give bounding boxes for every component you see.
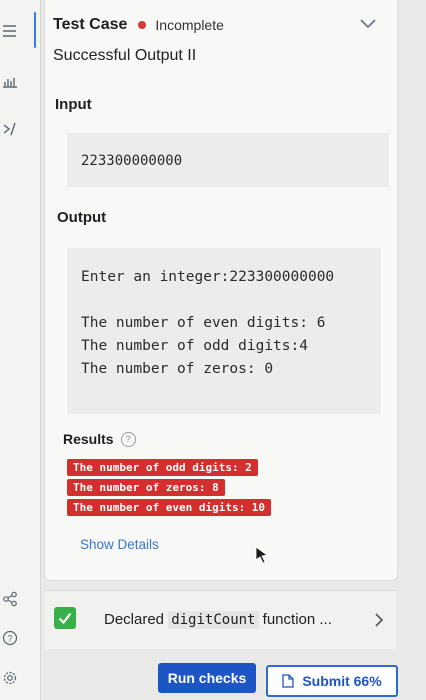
test-case-card: Test Case Incomplete Successful Output I… — [44, 0, 398, 581]
output-label: Output — [57, 209, 107, 226]
result-badge-zeros: The number of zeros: 8 — [67, 479, 225, 496]
status-dot-icon — [138, 21, 147, 29]
settings-icon[interactable] — [2, 670, 18, 690]
help-icon[interactable]: ? — [2, 630, 18, 650]
chevron-right-icon[interactable] — [374, 613, 384, 627]
menu-icon[interactable] — [2, 24, 18, 42]
show-details-link[interactable]: Show Details — [80, 537, 159, 552]
result-badge-even: The number of even digits: 10 — [67, 499, 272, 516]
share-icon[interactable] — [2, 591, 18, 611]
results-label: Results — [63, 431, 114, 447]
check-function-name: digitCount — [168, 611, 259, 629]
check-prefix: Declared — [104, 611, 165, 628]
mouse-cursor-icon — [255, 546, 268, 564]
document-icon — [282, 674, 294, 688]
test-case-label: Test Case — [53, 16, 128, 33]
test-case-name: Successful Output II — [53, 47, 197, 64]
output-text: Enter an integer:223300000000 The number… — [81, 266, 334, 381]
check-suffix: function ... — [262, 611, 332, 628]
collapse-chevron-icon[interactable] — [357, 12, 379, 34]
input-box: 223300000000 — [67, 133, 389, 187]
result-badge-odd: The number of odd digits: 2 — [67, 459, 258, 476]
submit-label: Submit 66% — [302, 673, 382, 689]
results-help-icon[interactable]: ? — [120, 431, 136, 447]
chart-icon[interactable] — [2, 76, 18, 92]
run-checks-button[interactable]: Run checks — [158, 663, 256, 693]
active-indicator — [34, 12, 36, 48]
test-case-status: Incomplete — [155, 17, 224, 33]
check-item[interactable]: Declared digitCount function ... — [44, 590, 396, 649]
input-value: 223300000000 — [81, 153, 183, 169]
output-line: The number of even digits: 6 — [81, 315, 326, 331]
input-label: Input — [55, 96, 92, 113]
left-sidebar: ? — [0, 0, 41, 700]
results-header: Results ? — [63, 431, 136, 447]
submit-button[interactable]: Submit 66% — [266, 665, 398, 697]
output-box: Enter an integer:223300000000 The number… — [67, 248, 381, 414]
output-line: Enter an integer:223300000000 — [81, 269, 335, 285]
output-line: The number of odd digits:4 — [81, 338, 308, 354]
test-case-header: Test Case Incomplete — [53, 16, 224, 34]
code-icon[interactable] — [2, 122, 18, 140]
output-line: The number of zeros: 0 — [81, 361, 274, 377]
checkmark-icon — [54, 607, 76, 629]
svg-text:?: ? — [7, 634, 12, 644]
check-description: Declared digitCount function ... — [104, 611, 332, 629]
